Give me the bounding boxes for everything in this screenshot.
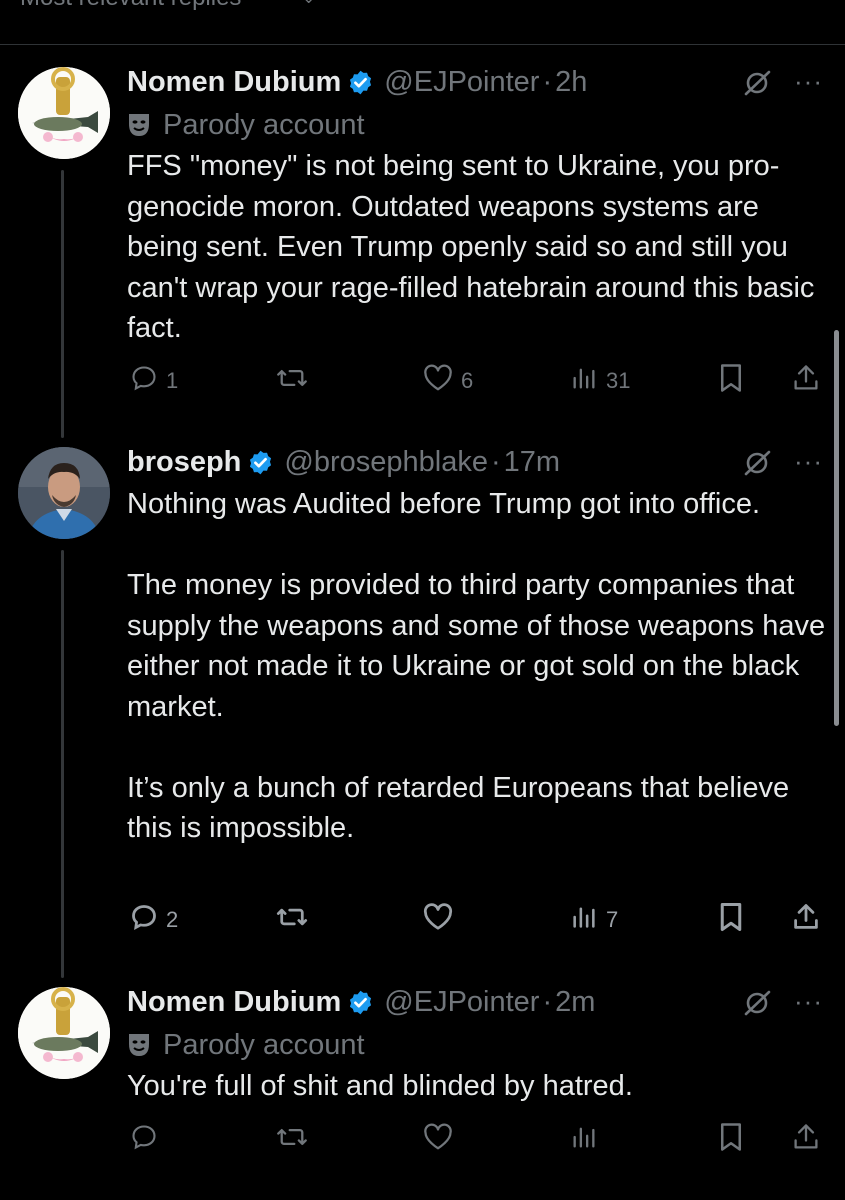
share-icon <box>792 902 820 938</box>
repost-icon <box>276 364 308 398</box>
more-icon[interactable]: ··· <box>794 66 823 97</box>
share-icon <box>792 1122 820 1158</box>
display-name[interactable]: Nomen Dubium <box>127 986 341 1019</box>
like-icon <box>423 1123 453 1157</box>
views-icon <box>570 364 598 398</box>
reply-button[interactable] <box>130 1118 166 1162</box>
tweet-header: Nomen Dubium @EJPointer · 2h <box>127 62 587 102</box>
share-button[interactable] <box>792 1118 820 1162</box>
repost-icon <box>276 1123 308 1157</box>
like-count: 6 <box>461 368 474 393</box>
chevron-down-icon: ⌄ <box>302 0 315 8</box>
views-button[interactable]: 7 <box>570 898 618 942</box>
bookmark-button[interactable] <box>718 898 744 942</box>
reply-icon <box>130 1123 158 1157</box>
like-button[interactable] <box>423 898 461 942</box>
tweet-text: FFS "money" is not being sent to Ukraine… <box>127 150 815 344</box>
mute-icon[interactable] <box>742 448 772 483</box>
profile-photo-image <box>18 447 110 539</box>
reply-button[interactable]: 1 <box>130 359 178 403</box>
tweet-text: Nothing was Audited before Trump got int… <box>127 488 826 844</box>
avatar[interactable] <box>18 447 110 539</box>
like-icon <box>423 364 453 398</box>
timestamp[interactable]: 2m <box>555 986 595 1019</box>
more-icon[interactable]: ··· <box>794 986 823 1017</box>
views-button[interactable]: 31 <box>570 359 630 403</box>
views-count: 7 <box>606 907 619 932</box>
verified-badge-icon <box>247 449 274 476</box>
views-count: 31 <box>606 368 631 393</box>
avatar[interactable] <box>18 67 110 159</box>
parody-label: Parody account <box>127 1027 365 1063</box>
reply-icon <box>130 364 158 398</box>
display-name[interactable]: broseph <box>127 446 241 479</box>
bookmark-icon <box>718 1122 744 1158</box>
reply-icon <box>130 903 158 937</box>
parody-mask-icon <box>127 1032 151 1058</box>
tweet-header: Nomen Dubium @EJPointer · 2m <box>127 982 595 1022</box>
tweet-header: broseph @brosephblake · 17m <box>127 442 560 482</box>
reply-button[interactable]: 2 <box>130 898 178 942</box>
user-handle[interactable]: @EJPointer <box>384 986 539 1019</box>
share-icon <box>792 363 820 399</box>
reply-sort-bar[interactable]: Most relevant replies ⌄ <box>0 0 845 45</box>
avatar[interactable] <box>18 987 110 1079</box>
tweet-text: You're full of shit and blinded by hatre… <box>127 1070 633 1102</box>
tweet-actions <box>0 1118 845 1162</box>
like-button[interactable]: 6 <box>423 359 473 403</box>
tuba-fish-avatar-image <box>18 987 110 1079</box>
bookmark-icon <box>718 902 744 938</box>
views-icon <box>570 903 598 937</box>
scrollbar[interactable] <box>834 330 839 726</box>
parody-label-text: Parody account <box>163 108 365 141</box>
like-button[interactable] <box>423 1118 461 1162</box>
tuba-fish-avatar-image <box>18 67 110 159</box>
timestamp[interactable]: 2h <box>555 66 587 99</box>
repost-button[interactable] <box>276 898 316 942</box>
user-handle[interactable]: @EJPointer <box>384 66 539 99</box>
mute-icon[interactable] <box>742 988 772 1023</box>
views-button[interactable] <box>570 1118 606 1162</box>
parody-label-text: Parody account <box>163 1028 365 1061</box>
user-handle[interactable]: @brosephblake <box>284 446 488 479</box>
views-icon <box>570 1123 598 1157</box>
tweet-actions: 2 7 <box>0 898 845 942</box>
share-button[interactable] <box>792 359 820 403</box>
display-name[interactable]: Nomen Dubium <box>127 66 341 99</box>
bookmark-icon <box>718 363 744 399</box>
more-icon[interactable]: ··· <box>794 446 823 477</box>
tweet-actions: 1 6 31 <box>0 359 845 403</box>
separator-dot: · <box>542 65 553 98</box>
repost-button[interactable] <box>276 359 316 403</box>
verified-badge-icon <box>347 989 374 1016</box>
timestamp[interactable]: 17m <box>504 446 560 479</box>
repost-icon <box>276 903 308 937</box>
reply-count: 2 <box>166 907 179 932</box>
separator-dot: · <box>542 985 553 1018</box>
parody-label: Parody account <box>127 107 365 143</box>
like-icon <box>423 903 453 937</box>
verified-badge-icon <box>347 69 374 96</box>
bookmark-button[interactable] <box>718 1118 744 1162</box>
share-button[interactable] <box>792 898 820 942</box>
parody-mask-icon <box>127 112 151 138</box>
separator-dot: · <box>490 445 501 478</box>
mute-icon[interactable] <box>742 68 772 103</box>
bookmark-button[interactable] <box>718 359 744 403</box>
reply-sort-label: Most relevant replies <box>20 0 241 12</box>
repost-button[interactable] <box>276 1118 316 1162</box>
reply-count: 1 <box>166 368 179 393</box>
